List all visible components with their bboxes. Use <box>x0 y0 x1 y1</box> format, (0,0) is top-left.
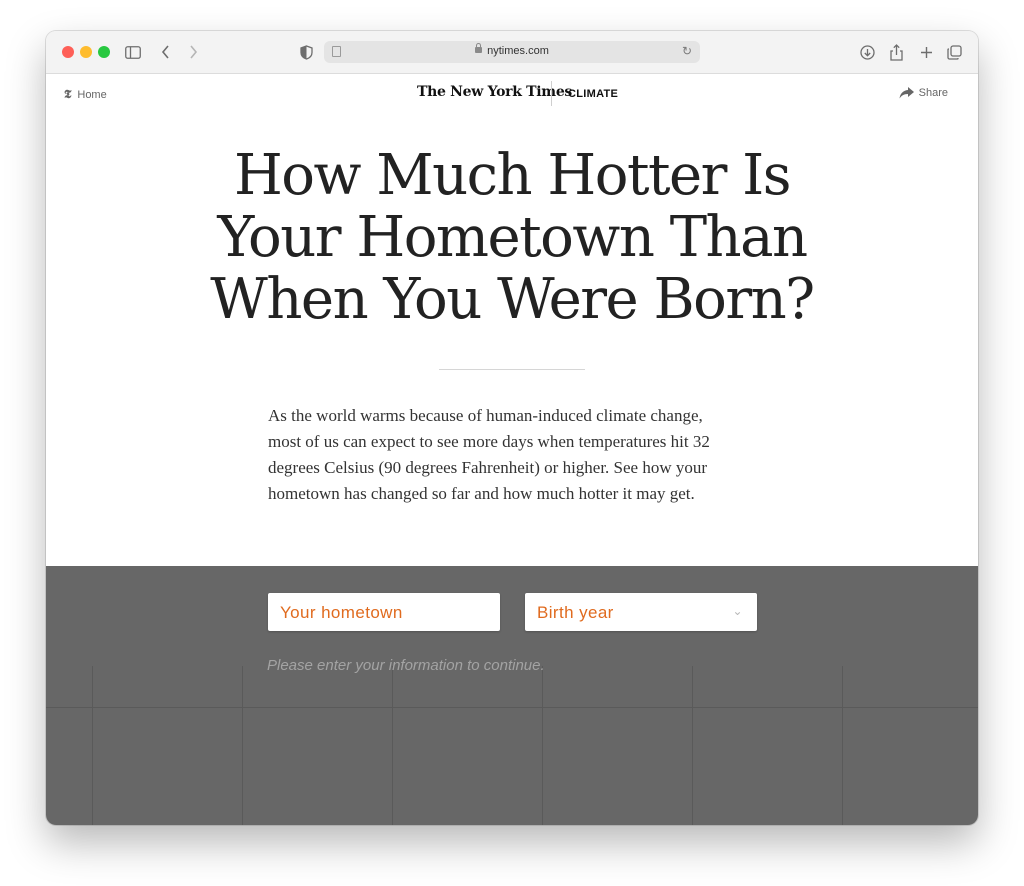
headline-line-1: How Much Hotter Is <box>233 143 792 208</box>
grid-line <box>46 707 978 708</box>
minimize-window-button[interactable] <box>80 46 92 58</box>
grid-line <box>542 666 543 825</box>
forward-icon[interactable] <box>186 41 200 63</box>
sidebar-toggle-icon[interactable] <box>124 41 142 63</box>
headline-line-3: When You Were Born? <box>210 267 815 332</box>
headline-line-2: Your Hometown Than <box>217 205 808 270</box>
share-arrow-icon <box>899 87 914 99</box>
site-header: 𝕿 Home The New York Times CLIMATE Share <box>46 74 978 114</box>
grid-line <box>242 666 243 825</box>
address-url: nytimes.com <box>487 45 549 57</box>
grid-line <box>92 666 93 825</box>
headline-divider <box>439 369 585 370</box>
birth-year-select[interactable]: Birth year ⌄ <box>525 593 757 631</box>
hometown-placeholder: Your hometown <box>280 603 403 622</box>
zoom-window-button[interactable] <box>98 46 110 58</box>
chevron-down-icon: ⌄ <box>732 604 743 618</box>
reload-icon[interactable]: ↻ <box>682 44 692 58</box>
form-hint: Please enter your information to continu… <box>267 657 545 674</box>
header-divider <box>551 81 552 106</box>
address-bar[interactable]: nytimes.com ↻ <box>324 41 700 63</box>
home-link[interactable]: 𝕿 Home <box>64 87 107 102</box>
share-button[interactable]: Share <box>899 87 948 99</box>
lock-icon <box>475 43 483 53</box>
article-headline: How Much Hotter Is Your Hometown Than Wh… <box>162 145 862 331</box>
input-panel: Your hometown Birth year ⌄ Please enter … <box>46 566 978 825</box>
share-label: Share <box>918 87 948 99</box>
back-icon[interactable] <box>158 41 172 63</box>
browser-toolbar: nytimes.com ↻ <box>46 31 978 74</box>
grid-line <box>392 666 393 825</box>
browser-window: nytimes.com ↻ 𝕿 Home The New York Times … <box>46 31 978 825</box>
grid-line <box>692 666 693 825</box>
close-window-button[interactable] <box>62 46 74 58</box>
new-tab-icon[interactable] <box>918 41 934 63</box>
share-sheet-icon[interactable] <box>888 41 904 63</box>
hometown-input[interactable]: Your hometown <box>268 593 500 631</box>
tab-overview-icon[interactable] <box>946 41 962 63</box>
home-label: Home <box>77 88 107 101</box>
birth-year-placeholder: Birth year <box>537 603 614 622</box>
grid-line <box>842 666 843 825</box>
section-link[interactable]: CLIMATE <box>568 88 618 100</box>
nyt-masthead-logo[interactable]: The New York Times <box>417 84 572 100</box>
nyt-t-logo-icon: 𝕿 <box>64 87 72 101</box>
downloads-icon[interactable] <box>858 41 876 63</box>
article-summary: As the world warms because of human-indu… <box>268 406 710 503</box>
privacy-shield-icon[interactable] <box>298 41 314 63</box>
